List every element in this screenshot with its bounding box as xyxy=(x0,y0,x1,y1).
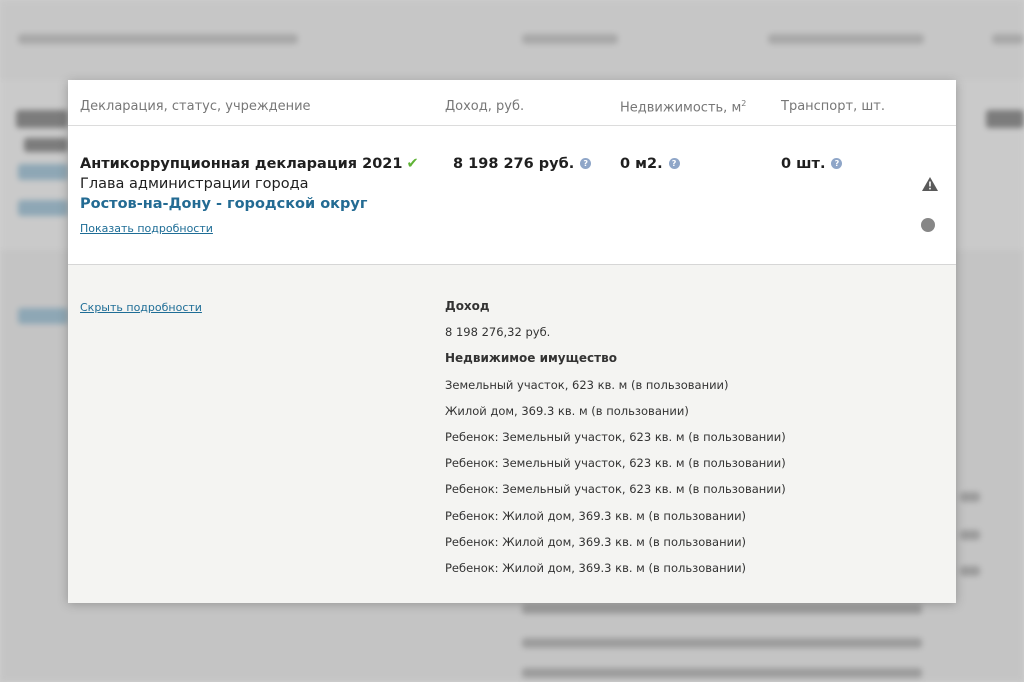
income-help-icon[interactable]: ? xyxy=(580,158,592,169)
checkmark-icon: ✔ xyxy=(406,156,419,172)
hide-details-link[interactable]: Скрыть подробности xyxy=(80,301,202,314)
income-value: 8 198 276 руб. xyxy=(453,156,575,172)
declaration-title: Антикоррупционная декларация 2021 xyxy=(80,156,403,172)
warning-icon[interactable] xyxy=(921,176,939,192)
income-value-cell: 8 198 276 руб.? xyxy=(453,156,592,172)
realty-help-icon[interactable]: ? xyxy=(668,158,680,169)
header-declaration: Декларация, статус, учреждение xyxy=(80,99,311,114)
table-header: Декларация, статус, учреждение Доход, ру… xyxy=(68,80,956,126)
header-income: Доход, руб. xyxy=(445,99,525,114)
details-item: Ребенок: Земельный участок, 623 кв. м (в… xyxy=(445,429,786,444)
header-realty-sup: 2 xyxy=(741,99,747,108)
organization-name: Ростов-на-Дону - городской округ xyxy=(80,196,368,212)
details-item: Земельный участок, 623 кв. м (в пользова… xyxy=(445,377,729,392)
realty-value-cell: 0 м2.? xyxy=(620,156,680,172)
transport-value: 0 шт. xyxy=(781,156,826,172)
status-dot-icon[interactable] xyxy=(921,218,935,232)
details-item: Ребенок: Жилой дом, 369.3 кв. м (в польз… xyxy=(445,508,747,523)
details-item: 8 198 276,32 руб. xyxy=(445,325,551,340)
details-item: Ребенок: Земельный участок, 623 кв. м (в… xyxy=(445,456,786,471)
show-details-link[interactable]: Показать подробности xyxy=(80,222,213,235)
details-item: Жилой дом, 369.3 кв. м (в пользовании) xyxy=(445,403,689,418)
details-item: Ребенок: Жилой дом, 369.3 кв. м (в польз… xyxy=(445,534,747,549)
transport-value-cell: 0 шт.? xyxy=(781,156,843,172)
header-realty-label: Недвижимость, м xyxy=(620,100,742,116)
details-list: Доход 8 198 276,32 руб. Недвижимое имущест… xyxy=(445,299,786,587)
declaration-row: Антикоррупционная декларация 2021 ✔ Глава… xyxy=(68,126,956,263)
background-header xyxy=(0,0,1024,80)
transport-help-icon[interactable]: ? xyxy=(831,158,843,169)
details-section-heading: Доход xyxy=(445,299,490,313)
details-panel: Скрыть подробности Доход 8 198 276,32 руб… xyxy=(68,264,956,603)
declaration-title-cell: Антикоррупционная декларация 2021 ✔ xyxy=(80,156,419,172)
header-realty: Недвижимость, м2 xyxy=(620,99,746,115)
declaration-modal: Декларация, статус, учреждение Доход, ру… xyxy=(68,80,956,603)
details-section-heading: Недвижимое имущество xyxy=(445,351,617,366)
details-item: Ребенок: Земельный участок, 623 кв. м (в… xyxy=(445,482,786,497)
details-item: Ребенок: Жилой дом, 369.3 кв. м (в польз… xyxy=(445,560,747,575)
realty-value: 0 м2. xyxy=(620,156,663,172)
declarant-position: Глава администрации города xyxy=(80,176,309,192)
header-transport: Транспорт, шт. xyxy=(781,99,885,114)
